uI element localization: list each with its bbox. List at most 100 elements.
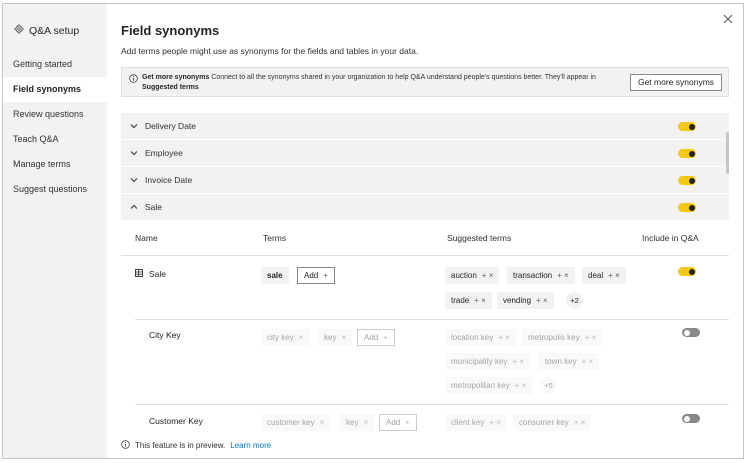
info-icon bbox=[121, 440, 130, 451]
add-label: Add bbox=[364, 333, 379, 342]
suggested-term: municipality key bbox=[451, 357, 508, 366]
chevron-down-icon[interactable] bbox=[130, 176, 138, 184]
chevron-down-icon[interactable] bbox=[130, 149, 138, 157]
sidebar-item-suggest-questions[interactable]: Suggest questions bbox=[3, 177, 107, 202]
term-chip[interactable]: sale bbox=[261, 267, 289, 284]
close-icon[interactable] bbox=[722, 13, 734, 25]
column-header-suggested: Suggested terms bbox=[447, 233, 512, 243]
add-icon[interactable]: + × bbox=[474, 296, 486, 305]
scrollbar[interactable] bbox=[726, 132, 729, 174]
include-toggle[interactable] bbox=[678, 267, 696, 276]
add-term-input[interactable]: Add + bbox=[357, 329, 395, 346]
learn-more-link[interactable]: Learn more bbox=[230, 441, 271, 450]
banner-body: Connect to all the synonyms shared in yo… bbox=[209, 74, 596, 81]
suggested-term-chip[interactable]: municipality key + × bbox=[445, 353, 531, 370]
sidebar: Q&A setup Getting started Field synonyms… bbox=[3, 4, 107, 458]
suggested-term-chip[interactable]: client key + × bbox=[445, 414, 507, 431]
add-label: Add bbox=[386, 418, 401, 427]
suggested-term: auction bbox=[451, 271, 477, 280]
include-toggle[interactable] bbox=[678, 203, 696, 212]
column-row: Customer Key bbox=[149, 416, 203, 426]
include-toggle[interactable] bbox=[678, 176, 696, 185]
suggested-term-chip[interactable]: metropolis key + × bbox=[522, 329, 603, 346]
remove-icon[interactable]: × bbox=[320, 418, 325, 427]
add-icon[interactable]: + × bbox=[585, 333, 597, 342]
add-icon[interactable]: + × bbox=[557, 271, 569, 280]
column-header-include: Include in Q&A bbox=[642, 233, 699, 243]
sale-columns-panel: Name Terms Suggested terms Include in Q&… bbox=[121, 222, 729, 432]
add-icon[interactable]: + × bbox=[582, 357, 594, 366]
term-chip[interactable]: customer key × bbox=[261, 414, 331, 431]
column-header-name: Name bbox=[135, 233, 158, 243]
suggested-term-chip[interactable]: deal + × bbox=[582, 267, 626, 284]
table-row-delivery-date[interactable]: Delivery Date bbox=[121, 113, 729, 140]
include-toggle[interactable] bbox=[682, 328, 700, 337]
chevron-down-icon[interactable] bbox=[130, 122, 138, 130]
sidebar-item-manage-terms[interactable]: Manage terms bbox=[3, 152, 107, 177]
suggested-term-chip[interactable]: metropolitan key + × bbox=[445, 377, 533, 394]
suggested-term-chip[interactable]: vending + × bbox=[497, 292, 554, 309]
get-more-synonyms-button[interactable]: Get more synonyms bbox=[630, 74, 722, 91]
suggested-term: transaction bbox=[513, 271, 553, 280]
term: key bbox=[324, 333, 337, 342]
table-row-sale[interactable]: Sale bbox=[121, 194, 729, 221]
suggested-term-chip[interactable]: trade + × bbox=[445, 292, 492, 309]
add-term-input[interactable]: Add + bbox=[297, 267, 335, 284]
banner-bold-suggested: Suggested terms bbox=[142, 84, 199, 91]
table-name: Invoice Date bbox=[145, 175, 193, 185]
page-subtitle: Add terms people might use as synonyms f… bbox=[121, 46, 419, 56]
sidebar-title: Q&A setup bbox=[14, 24, 79, 37]
suggested-term-chip[interactable]: location key + × bbox=[445, 329, 516, 346]
add-icon[interactable]: + × bbox=[536, 296, 548, 305]
row-name: Customer Key bbox=[149, 416, 203, 426]
suggested-term-chip[interactable]: town key + × bbox=[539, 353, 600, 370]
sidebar-item-getting-started[interactable]: Getting started bbox=[3, 52, 107, 77]
add-icon[interactable]: + × bbox=[482, 271, 494, 280]
row-divider bbox=[135, 404, 729, 405]
add-icon[interactable]: + × bbox=[574, 418, 586, 427]
table-name: Sale bbox=[145, 202, 163, 212]
suggested-term: trade bbox=[451, 296, 470, 305]
main-panel: Field synonyms Add terms people might us… bbox=[107, 4, 743, 458]
suggested-term-chip[interactable]: transaction + × bbox=[507, 267, 575, 284]
column-row: City Key bbox=[149, 330, 181, 340]
sidebar-nav: Getting started Field synonyms Review qu… bbox=[3, 52, 107, 202]
suggested-term: deal bbox=[588, 271, 604, 280]
chevron-up-icon[interactable] bbox=[130, 203, 138, 211]
term: customer key bbox=[267, 418, 315, 427]
include-toggle[interactable] bbox=[682, 414, 700, 423]
add-icon[interactable]: + × bbox=[489, 418, 501, 427]
add-term-input[interactable]: Add + bbox=[379, 414, 417, 431]
include-toggle[interactable] bbox=[678, 149, 696, 158]
sidebar-item-field-synonyms[interactable]: Field synonyms bbox=[3, 77, 107, 102]
term: key bbox=[346, 418, 359, 427]
remove-icon[interactable]: × bbox=[363, 418, 368, 427]
table-row-invoice-date[interactable]: Invoice Date bbox=[121, 167, 729, 194]
add-icon[interactable]: + × bbox=[498, 333, 510, 342]
sidebar-item-review-questions[interactable]: Review questions bbox=[3, 102, 107, 127]
table-list: Delivery Date Employee Invoice Date Sale bbox=[121, 113, 729, 221]
suggested-term-chip[interactable]: consumer key + × bbox=[513, 414, 592, 431]
row-name: Sale bbox=[149, 269, 167, 279]
more-suggestions-badge[interactable]: +2 bbox=[566, 292, 583, 309]
table-row-employee[interactable]: Employee bbox=[121, 140, 729, 167]
more-suggestions-badge[interactable]: +5 bbox=[540, 377, 557, 394]
row-name: City Key bbox=[149, 330, 181, 340]
page-title: Field synonyms bbox=[121, 23, 220, 38]
term-chip[interactable]: key × bbox=[318, 329, 353, 346]
info-icon bbox=[129, 74, 138, 83]
table-name: Delivery Date bbox=[145, 121, 197, 131]
add-icon[interactable]: + × bbox=[608, 271, 620, 280]
include-toggle[interactable] bbox=[678, 122, 696, 131]
term-chip[interactable]: key × bbox=[340, 414, 375, 431]
suggested-term-chip[interactable]: auction + × bbox=[445, 267, 500, 284]
add-icon[interactable]: + × bbox=[512, 357, 524, 366]
row-divider bbox=[135, 319, 729, 320]
row-divider bbox=[121, 255, 729, 256]
sidebar-title-label: Q&A setup bbox=[29, 24, 80, 37]
remove-icon[interactable]: × bbox=[299, 333, 304, 342]
add-icon[interactable]: + × bbox=[515, 381, 527, 390]
sidebar-item-teach-qna[interactable]: Teach Q&A bbox=[3, 127, 107, 152]
term-chip[interactable]: city key × bbox=[261, 329, 310, 346]
remove-icon[interactable]: × bbox=[341, 333, 346, 342]
